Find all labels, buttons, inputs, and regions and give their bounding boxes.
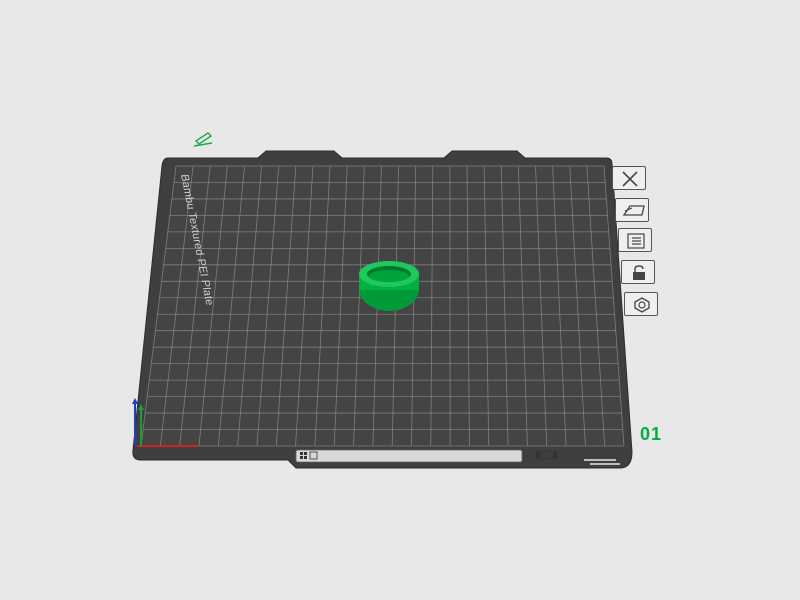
auto-orient-button[interactable] (615, 198, 649, 222)
3d-viewport[interactable]: Bambu Textured PEI Plate 01 (0, 0, 800, 600)
build-plate (132, 132, 633, 469)
plate-number: 01 (640, 424, 663, 444)
arrange-button[interactable] (618, 228, 652, 252)
lock-plate-button[interactable] (621, 260, 655, 284)
edit-plate-name-icon[interactable] (193, 132, 213, 147)
plate-settings-button[interactable] (624, 292, 658, 316)
auto-orient-icon (622, 205, 645, 216)
model-ring[interactable] (359, 261, 419, 311)
close-icon (622, 171, 638, 187)
close-plate-button[interactable] (612, 166, 646, 190)
plate-toolbar (612, 166, 672, 326)
settings-icon (634, 297, 650, 313)
lock-icon (633, 265, 645, 280)
arrange-icon (627, 233, 645, 249)
bottom-strip (295, 449, 523, 463)
